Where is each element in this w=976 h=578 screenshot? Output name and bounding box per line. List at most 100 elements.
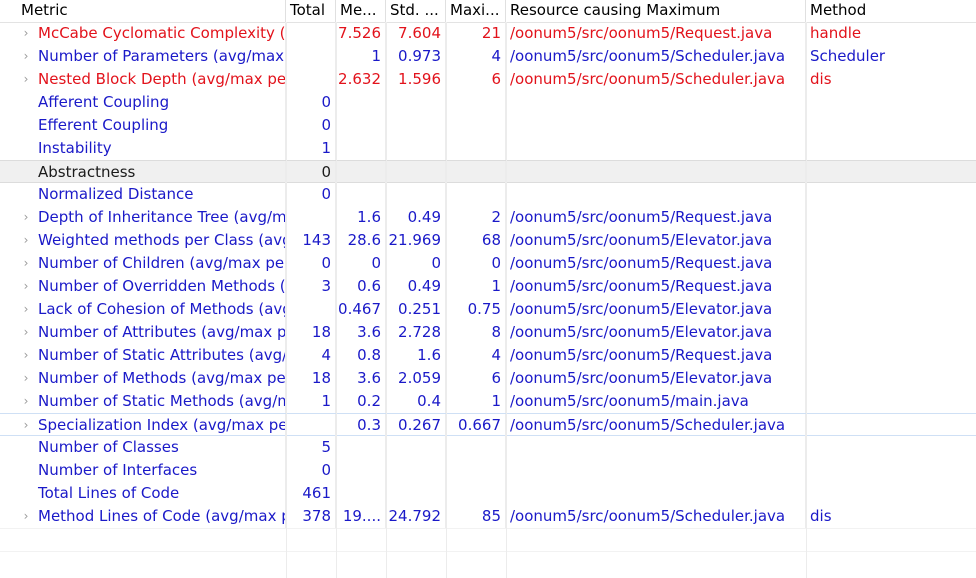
method-cell (806, 137, 976, 160)
method-cell (806, 436, 976, 459)
method-cell (806, 275, 976, 298)
mean-cell: 19.... (336, 505, 386, 528)
method-cell (806, 390, 976, 413)
metric-cell: Specialization Index (avg/max per type) (0, 414, 286, 437)
total-cell: 461 (286, 482, 336, 505)
table-row[interactable]: ›Nested Block Depth (avg/max per method)… (0, 68, 976, 91)
mean-cell: 28.6 (336, 229, 386, 252)
maximum-cell: 0.75 (446, 298, 506, 321)
table-row[interactable]: ›Number of Methods (avg/max per type)183… (0, 367, 976, 390)
total-cell (286, 45, 336, 68)
total-cell: 18 (286, 367, 336, 390)
mean-cell: 0.2 (336, 390, 386, 413)
method-cell (806, 321, 976, 344)
total-cell: 0 (286, 252, 336, 275)
table-row[interactable]: ›Number of Attributes (avg/max per type)… (0, 321, 976, 344)
column-header-maximum[interactable]: Maxi... (446, 0, 506, 22)
method-cell (806, 252, 976, 275)
maximum-cell: 68 (446, 229, 506, 252)
column-header-metric[interactable]: Metric (0, 0, 286, 22)
maximum-cell (446, 161, 506, 184)
method-cell: Scheduler (810, 47, 886, 65)
metric-cell: Instability (0, 137, 286, 160)
column-header-mean[interactable]: Me... (336, 0, 386, 22)
total-cell: 1 (286, 137, 336, 160)
column-divider (806, 22, 807, 578)
mean-cell: 0 (336, 252, 386, 275)
table-row[interactable]: Normalized Distance 0 (0, 183, 976, 206)
std-dev-cell (386, 436, 446, 459)
metric-cell: McCabe Cyclomatic Complexity (avg/max pe… (0, 22, 286, 45)
resource-cell (506, 459, 806, 482)
mean-cell: 0.6 (336, 275, 386, 298)
table-row[interactable]: Instability 1 (0, 137, 976, 160)
table-row[interactable]: Afferent Coupling 0 (0, 91, 976, 114)
method-cell (806, 482, 976, 505)
maximum-cell: 4 (446, 45, 506, 68)
column-header-resource[interactable]: Resource causing Maximum (506, 0, 806, 22)
resource-cell (506, 114, 806, 137)
table-row[interactable]: ›Weighted methods per Class (avg/max per… (0, 229, 976, 252)
table-row[interactable]: ›Number of Children (avg/max per type)00… (0, 252, 976, 275)
table-row[interactable]: ›McCabe Cyclomatic Complexity (avg/max p… (0, 22, 976, 45)
table-row[interactable]: ›Number of Parameters (avg/max per metho… (0, 45, 976, 68)
resource-cell: /oonum5/src/oonum5/Request.java (506, 22, 806, 45)
table-row[interactable]: ›Number of Overridden Methods (avg/max p… (0, 275, 976, 298)
std-dev-cell: 24.792 (386, 505, 446, 528)
maximum-cell: 6 (446, 68, 506, 91)
resource-cell: /oonum5/src/oonum5/Scheduler.java (506, 505, 806, 528)
mean-cell (336, 183, 386, 206)
mean-cell: 3.6 (336, 321, 386, 344)
method-cell (806, 183, 976, 206)
metric-cell: Afferent Coupling (0, 91, 286, 114)
metric-cell: Weighted methods per Class (avg/max per … (0, 229, 286, 252)
table-row[interactable]: Number of Classes 5 (0, 436, 976, 459)
total-cell: 4 (286, 344, 336, 367)
table-row[interactable]: Number of Interfaces 0 (0, 459, 976, 482)
maximum-cell: 0 (446, 252, 506, 275)
table-row[interactable]: Total Lines of Code 461 (0, 482, 976, 505)
std-dev-cell (386, 114, 446, 137)
metrics-table: Metric Total Me... Std. ... Maxi... Reso… (0, 0, 976, 578)
metric-cell: Total Lines of Code (0, 482, 286, 505)
maximum-cell (446, 459, 506, 482)
resource-cell: /oonum5/src/oonum5/Scheduler.java (506, 45, 806, 68)
method-cell (806, 114, 976, 137)
std-dev-cell (386, 183, 446, 206)
mean-cell: 1 (336, 45, 386, 68)
mean-cell: 2.632 (336, 68, 386, 91)
table-row[interactable]: Abstractness 0 (0, 160, 976, 184)
table-row[interactable]: ›Specialization Index (avg/max per type)… (0, 413, 976, 437)
method-cell (806, 367, 976, 390)
metric-cell: Number of Parameters (avg/max per method… (0, 45, 286, 68)
column-header-total[interactable]: Total (286, 0, 336, 22)
mean-cell (336, 161, 386, 184)
table-row[interactable]: Efferent Coupling 0 (0, 114, 976, 137)
table-row[interactable]: ›Number of Static Attributes (avg/max pe… (0, 344, 976, 367)
metric-cell: Method Lines of Code (avg/max per method… (0, 505, 286, 528)
column-divider (286, 22, 287, 578)
std-dev-cell (386, 91, 446, 114)
column-header-std-dev[interactable]: Std. ... (386, 0, 446, 22)
table-row[interactable]: ›Number of Static Methods (avg/max per t… (0, 390, 976, 413)
std-dev-cell: 2.728 (386, 321, 446, 344)
std-dev-cell: 0 (386, 252, 446, 275)
table-row[interactable]: ›Depth of Inheritance Tree (avg/max per … (0, 206, 976, 229)
resource-cell (506, 91, 806, 114)
maximum-cell (446, 436, 506, 459)
maximum-cell (446, 91, 506, 114)
total-cell: 378 (286, 505, 336, 528)
column-header-method[interactable]: Method (806, 0, 976, 22)
maximum-cell: 6 (446, 367, 506, 390)
maximum-cell: 8 (446, 321, 506, 344)
metric-cell: Number of Methods (avg/max per type) (0, 367, 286, 390)
table-row[interactable]: ›Method Lines of Code (avg/max per metho… (0, 505, 976, 528)
table-row[interactable]: ›Lack of Cohesion of Methods (avg/max pe… (0, 298, 976, 321)
method-cell (806, 414, 976, 437)
mean-cell: 1.6 (336, 206, 386, 229)
maximum-cell: 0.667 (446, 414, 506, 437)
metric-cell: Normalized Distance (0, 183, 286, 206)
metric-cell: Nested Block Depth (avg/max per method) (0, 68, 286, 91)
mean-cell (336, 91, 386, 114)
total-cell: 3 (286, 275, 336, 298)
